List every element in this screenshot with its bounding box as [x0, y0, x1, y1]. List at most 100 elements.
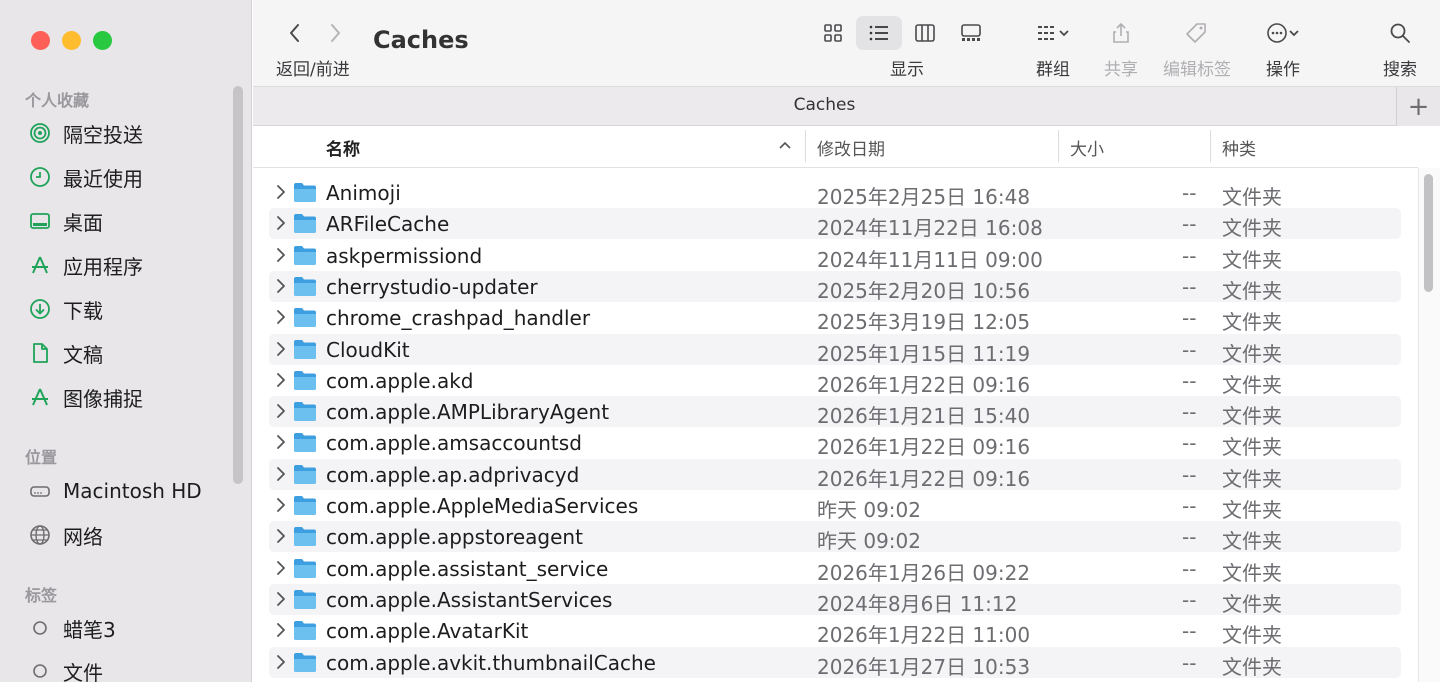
- file-row[interactable]: cherrystudio-updater 2025年2月20日 10:56 -- 文件…: [269, 270, 1401, 303]
- sidebar-item-documents[interactable]: 文稿: [28, 335, 103, 371]
- file-name: chrome_crashpad_handler: [326, 306, 591, 331]
- sidebar-item-tag-files[interactable]: 文件: [28, 653, 103, 682]
- disclosure-triangle-icon[interactable]: [274, 527, 288, 545]
- folder-icon: [294, 652, 316, 672]
- disclosure-triangle-icon[interactable]: [274, 183, 288, 201]
- gallery-view-button[interactable]: [948, 16, 994, 50]
- column-header-kind[interactable]: 种类: [1222, 126, 1256, 168]
- file-name: com.apple.AppleMediaServices: [326, 494, 639, 518]
- disclosure-triangle-icon[interactable]: [274, 590, 288, 608]
- disclosure-triangle-icon[interactable]: [274, 653, 288, 671]
- column-header-size[interactable]: 大小: [1070, 126, 1104, 168]
- icon-view-button[interactable]: [810, 16, 856, 50]
- file-date: 2025年2月20日 10:56: [817, 278, 1031, 303]
- sidebar-item-network[interactable]: 网络: [28, 517, 103, 553]
- sidebar-item-label: 隔空投送: [63, 122, 143, 147]
- file-size: --: [1182, 368, 1197, 393]
- column-view-button[interactable]: [902, 16, 948, 50]
- file-kind: 文件夹: [1222, 623, 1282, 648]
- folder-icon: [294, 183, 316, 202]
- column-header-date[interactable]: 修改日期: [817, 126, 885, 168]
- disclosure-triangle-icon[interactable]: [274, 402, 288, 420]
- sidebar-item-applications[interactable]: 应用程序: [28, 247, 143, 283]
- file-row[interactable]: CloudKit 2025年1月15日 11:19 -- 文件夹: [269, 333, 1401, 366]
- chevron-left-icon: [290, 24, 299, 42]
- close-window-button[interactable]: [31, 31, 50, 50]
- file-row[interactable]: com.apple.appstoreagent 昨天 09:02 -- 文件夹: [269, 521, 1401, 553]
- sidebar-item-label: 下载: [63, 298, 103, 323]
- new-tab-button[interactable]: +: [1396, 87, 1440, 126]
- folder-icon: [294, 370, 316, 390]
- sidebar-item-downloads[interactable]: 下载: [28, 291, 103, 327]
- file-date: 2026年1月22日 09:16: [817, 466, 1031, 491]
- disclosure-triangle-icon[interactable]: [274, 340, 288, 358]
- disclosure-triangle-icon[interactable]: [274, 496, 288, 514]
- column-separator[interactable]: [1210, 130, 1211, 162]
- file-row[interactable]: com.apple.assistant_service 2026年1月26日 09…: [269, 553, 1401, 585]
- file-row[interactable]: chrome_crashpad_handler 2025年3月19日 12:05 -…: [269, 302, 1401, 334]
- file-kind: 文件夹: [1222, 278, 1282, 303]
- file-row[interactable]: com.apple.AssistantServices 2024年8月6日 11:…: [269, 583, 1401, 616]
- action-button[interactable]: [1255, 16, 1311, 50]
- file-name: com.apple.appstoreagent: [326, 525, 583, 550]
- file-name: com.apple.AMPLibraryAgent: [326, 400, 610, 425]
- column-separator[interactable]: [1058, 130, 1059, 162]
- file-size: --: [1182, 337, 1197, 362]
- file-row[interactable]: com.apple.avkit.thumbnailCache 2026年1月27日…: [269, 646, 1401, 679]
- column-separator[interactable]: [805, 130, 806, 162]
- disclosure-triangle-icon[interactable]: [274, 433, 288, 451]
- file-name: Animoji: [326, 181, 401, 205]
- search-button[interactable]: [1377, 16, 1423, 50]
- disclosure-triangle-icon[interactable]: [274, 465, 288, 483]
- file-row[interactable]: com.apple.AvatarKit 2026年1月22日 11:00 -- 文件夹: [269, 615, 1401, 648]
- locations-header: 位置: [25, 448, 58, 467]
- sidebar-scrollbar[interactable]: [233, 86, 243, 484]
- list-view-button[interactable]: [856, 16, 902, 50]
- forward-button[interactable]: [320, 18, 350, 48]
- tab-title[interactable]: Caches: [253, 95, 1396, 115]
- file-name: askpermissiond: [326, 243, 483, 268]
- list-icon: [869, 25, 888, 41]
- file-row[interactable]: askpermissiond 2024年11月11日 09:00 -- 文件夹: [269, 240, 1401, 272]
- file-row[interactable]: Animoji 2025年2月25日 16:48 -- 文件夹: [269, 177, 1401, 209]
- disclosure-triangle-icon[interactable]: [274, 277, 288, 295]
- file-row[interactable]: com.apple.AppleMediaServices 昨天 09:02 -- 文件…: [269, 490, 1401, 522]
- file-date: 2024年11月22日 16:08: [817, 216, 1043, 241]
- file-size: --: [1182, 650, 1197, 675]
- disclosure-triangle-icon[interactable]: [274, 308, 288, 326]
- disclosure-triangle-icon[interactable]: [274, 214, 288, 232]
- minimize-window-button[interactable]: [62, 31, 81, 50]
- edit-tags-button[interactable]: [1173, 16, 1219, 50]
- sidebar-item-image-capture[interactable]: 图像捕捉: [28, 379, 143, 415]
- file-row[interactable]: com.apple.akd 2026年1月22日 09:16 -- 文件夹: [269, 365, 1401, 397]
- back-button[interactable]: [280, 18, 310, 48]
- column-header-name[interactable]: 名称: [326, 126, 360, 168]
- file-date: 2024年11月11日 09:00: [817, 247, 1043, 272]
- sidebar-item-airdrop[interactable]: 隔空投送: [28, 115, 143, 151]
- share-button[interactable]: [1098, 16, 1144, 50]
- disclosure-triangle-icon[interactable]: [274, 559, 288, 577]
- group-button[interactable]: [1025, 16, 1081, 50]
- file-date: 2026年1月26日 09:22: [817, 560, 1031, 585]
- edit-tags-button-inner: [1173, 16, 1219, 50]
- sidebar-item-recents[interactable]: 最近使用: [28, 159, 143, 195]
- sidebar-item-label: 文件: [63, 660, 103, 682]
- file-row[interactable]: com.apple.amsaccountsd 2026年1月22日 09:16 --…: [269, 427, 1401, 459]
- file-size: --: [1182, 243, 1197, 268]
- scrollbar-thumb[interactable]: [1424, 174, 1433, 292]
- tags-header: 标签: [25, 586, 58, 605]
- file-row[interactable]: ARFileCache 2024年11月22日 16:08 -- 文件夹: [269, 208, 1401, 241]
- clock-icon: [28, 165, 52, 189]
- sidebar-item-tag-crayon[interactable]: 蜡笔3: [28, 610, 116, 646]
- sidebar-item-desktop[interactable]: 桌面: [28, 203, 103, 239]
- file-row[interactable]: com.apple.AMPLibraryAgent 2026年1月21日 15:4…: [269, 396, 1401, 428]
- file-kind: 文件夹: [1222, 216, 1282, 241]
- toolbar: 返回/前进 Caches 显示 群组 共享 编辑标签 操作 搜索: [253, 0, 1440, 86]
- disclosure-triangle-icon[interactable]: [274, 621, 288, 639]
- file-row[interactable]: com.apple.ap.adprivacyd 2026年1月22日 09:16 -…: [269, 458, 1401, 491]
- disclosure-triangle-icon[interactable]: [274, 246, 288, 264]
- file-list-scrollbar[interactable]: [1418, 168, 1440, 682]
- sidebar-item-macintosh-hd[interactable]: Macintosh HD: [28, 473, 202, 509]
- disclosure-triangle-icon[interactable]: [274, 371, 288, 389]
- zoom-window-button[interactable]: [93, 31, 112, 50]
